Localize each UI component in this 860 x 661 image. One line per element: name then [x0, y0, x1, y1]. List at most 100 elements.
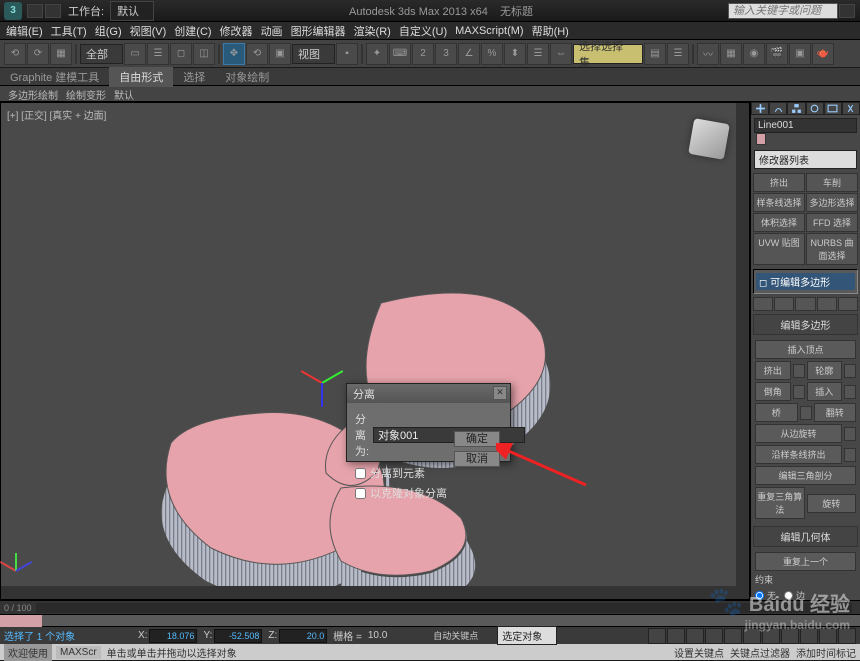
angle-snap-icon[interactable]: ∠ — [458, 43, 480, 65]
select-icon[interactable]: ▭ — [124, 43, 146, 65]
config-icon[interactable] — [838, 297, 858, 311]
menu-tools[interactable]: 工具(T) — [51, 23, 87, 39]
coord-y-input[interactable] — [214, 629, 262, 643]
ribbon-tab-graphite[interactable]: Graphite 建模工具 — [0, 67, 109, 87]
play-icon[interactable] — [686, 628, 704, 644]
object-name-input[interactable] — [754, 118, 857, 133]
edit-tri-button[interactable]: 编辑三角剖分 — [755, 466, 856, 485]
app-logo[interactable]: 3 — [4, 2, 22, 20]
menu-view[interactable]: 视图(V) — [130, 23, 167, 39]
menu-modifiers[interactable]: 修改器 — [220, 23, 253, 39]
viewport-label[interactable]: [+] [正交] [真实 + 边面] — [7, 107, 106, 122]
setkey-button[interactable]: 设置关键点 — [674, 645, 724, 660]
retri-button[interactable]: 重复三角算法 — [755, 487, 805, 519]
detach-as-clone-checkbox[interactable]: 以克隆对象分离 — [355, 485, 450, 501]
menu-graph[interactable]: 图形编辑器 — [291, 23, 346, 39]
constraint-edge-radio[interactable]: 边 — [784, 589, 805, 600]
quick-uvw[interactable]: UVW 贴图 — [753, 233, 805, 265]
extrude-button[interactable]: 挤出 — [755, 361, 791, 380]
bridge-settings-icon[interactable] — [800, 406, 812, 420]
zoom-all-icon[interactable] — [781, 628, 799, 644]
workspace-dropdown[interactable]: 默认 — [110, 1, 154, 21]
selected-dropdown[interactable]: 选定对象 — [497, 626, 557, 645]
object-color-swatch[interactable] — [756, 133, 766, 145]
menu-animation[interactable]: 动画 — [261, 23, 283, 39]
pan-icon[interactable] — [800, 628, 818, 644]
ribbon-tab-freeform[interactable]: 自由形式 — [109, 67, 173, 87]
next-frame-icon[interactable] — [705, 628, 723, 644]
render-icon[interactable]: 🫖 — [812, 43, 834, 65]
menu-maxscript[interactable]: MAXScript(M) — [455, 25, 523, 37]
menu-customize[interactable]: 自定义(U) — [399, 23, 447, 39]
menu-help[interactable]: 帮助(H) — [532, 23, 569, 39]
hinge-button[interactable]: 从边旋转 — [755, 424, 842, 443]
stack-item-editable-poly[interactable]: ◻ 可编辑多边形 — [756, 273, 855, 290]
bridge-button[interactable]: 桥 — [755, 403, 798, 422]
spinner-snap-icon[interactable]: ⬍ — [504, 43, 526, 65]
coord-x-input[interactable] — [149, 629, 197, 643]
turn-button[interactable]: 旋转 — [807, 494, 857, 513]
inset-button[interactable]: 插入 — [807, 382, 843, 401]
orbit-icon[interactable] — [819, 628, 837, 644]
percent-snap-icon[interactable]: % — [481, 43, 503, 65]
snap-2d-icon[interactable]: 2 — [412, 43, 434, 65]
render-setup-icon[interactable]: 🎬 — [766, 43, 788, 65]
quick-nurbs[interactable]: NURBS 曲面选择 — [806, 233, 858, 265]
layers-icon[interactable]: ☰ — [667, 43, 689, 65]
transform-gizmo[interactable] — [301, 363, 351, 413]
move-icon[interactable]: ✥ — [223, 43, 245, 65]
close-icon[interactable]: ✕ — [493, 386, 507, 400]
rotate-icon[interactable]: ⟲ — [246, 43, 268, 65]
help-dropdown[interactable] — [839, 4, 855, 18]
extrude-spline-button[interactable]: 沿样条线挤出 — [755, 445, 842, 464]
constraint-none-radio[interactable]: 无 — [755, 589, 776, 600]
time-track[interactable] — [36, 603, 852, 613]
prompt-script[interactable]: MAXScr — [56, 646, 101, 659]
ribbon-sub-paintdeform[interactable]: 绘制变形 — [66, 87, 106, 100]
keyfilter-button[interactable]: 关键点过滤器 — [730, 645, 790, 660]
quick-lathe[interactable]: 车削 — [806, 173, 858, 192]
menu-edit[interactable]: 编辑(E) — [6, 23, 43, 39]
modifier-list-dropdown[interactable]: 修改器列表 — [754, 150, 857, 169]
manipulate-icon[interactable]: ✦ — [366, 43, 388, 65]
scale-icon[interactable]: ▣ — [269, 43, 291, 65]
bevel-settings-icon[interactable] — [793, 385, 805, 399]
goto-start-icon[interactable] — [648, 628, 666, 644]
selection-filter-dropdown[interactable]: 全部 — [80, 44, 123, 64]
keyboard-icon[interactable]: ⌨ — [389, 43, 411, 65]
show-end-icon[interactable] — [774, 297, 794, 311]
tab-motion-icon[interactable] — [806, 102, 824, 115]
ribbon-tab-select[interactable]: 选择 — [173, 67, 215, 87]
ribbon-sub-polydraw[interactable]: 多边形绘制 — [8, 87, 58, 100]
help-search-input[interactable] — [728, 3, 838, 19]
pivot-icon[interactable]: ▪ — [336, 43, 358, 65]
redo-button[interactable] — [45, 4, 61, 18]
select-link-icon[interactable]: ⟲ — [4, 43, 26, 65]
undo-button[interactable] — [27, 4, 43, 18]
repeat-last-button[interactable]: 重复上一个 — [755, 552, 856, 571]
cancel-button[interactable]: 取消 — [454, 451, 500, 467]
viewport-scrollbar-h[interactable] — [1, 586, 749, 599]
unlink-icon[interactable]: ⟳ — [27, 43, 49, 65]
rollout-edit-polygons[interactable]: 编辑多边形 — [753, 314, 858, 335]
bind-icon[interactable]: ▦ — [50, 43, 72, 65]
named-sel-icon[interactable]: ☰ — [527, 43, 549, 65]
inset-settings-icon[interactable] — [844, 385, 856, 399]
align-icon[interactable]: ▤ — [644, 43, 666, 65]
tab-utilities-icon[interactable] — [842, 102, 860, 115]
prev-frame-icon[interactable] — [667, 628, 685, 644]
viewport[interactable]: [+] [正交] [真实 + 边面] — [0, 102, 750, 600]
extrude-settings-icon[interactable] — [793, 364, 805, 378]
viewport-scrollbar-v[interactable] — [736, 103, 749, 586]
render-frame-icon[interactable]: ▣ — [789, 43, 811, 65]
tab-modify-icon[interactable] — [769, 102, 787, 115]
coord-system-dropdown[interactable]: 视图 — [292, 44, 335, 64]
track-bar[interactable] — [0, 614, 860, 626]
dialog-title[interactable]: 分离 ✕ — [347, 384, 510, 403]
window-crossing-icon[interactable]: ◫ — [193, 43, 215, 65]
select-name-icon[interactable]: ☰ — [147, 43, 169, 65]
quick-extrude[interactable]: 挤出 — [753, 173, 805, 192]
track-key[interactable] — [0, 615, 42, 627]
mirror-icon[interactable]: ⇔ — [550, 43, 572, 65]
flip-button[interactable]: 翻转 — [814, 403, 857, 422]
